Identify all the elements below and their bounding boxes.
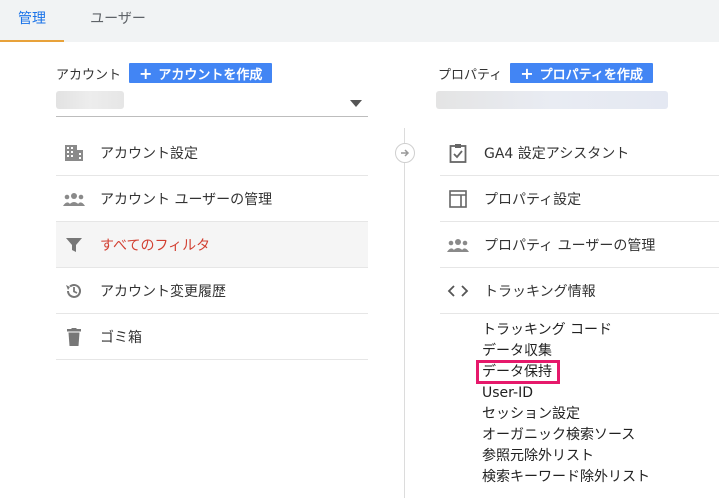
top-tab-bar: 管理 ユーザー	[0, 0, 719, 42]
property-selector[interactable]	[436, 86, 668, 116]
property-menu: GA4 設定アシスタント プロパティ設定 プロパティ ユーザーの管理 トラッキン…	[440, 130, 719, 314]
plus-icon: +	[139, 63, 153, 83]
menu-label: プロパティ ユーザーの管理	[484, 237, 656, 254]
chevron-down-icon	[350, 100, 362, 107]
clipboard-check-icon	[446, 141, 470, 165]
trash-icon	[62, 325, 86, 349]
property-heading: プロパティ	[438, 67, 503, 83]
menu-label: トラッキング情報	[484, 283, 596, 300]
property-name-redacted	[436, 91, 668, 109]
filter-icon	[62, 233, 86, 257]
layout-icon	[446, 187, 470, 211]
submenu-user-id[interactable]: User-ID	[482, 383, 650, 404]
menu-label: アカウント設定	[100, 145, 198, 162]
account-name-redacted	[56, 91, 124, 109]
submenu-session-settings[interactable]: セッション設定	[482, 404, 650, 425]
create-account-label: アカウントを作成	[158, 67, 263, 83]
menu-label: GA4 設定アシスタント	[484, 145, 630, 162]
property-column-header: プロパティ + プロパティを作成	[438, 63, 653, 83]
tab-admin[interactable]: 管理	[0, 0, 64, 42]
submenu-tracking-code[interactable]: トラッキング コード	[482, 320, 650, 341]
menu-label: アカウント ユーザーの管理	[100, 191, 273, 208]
account-heading: アカウント	[56, 67, 122, 83]
plus-icon: +	[520, 63, 534, 83]
highlight-box	[476, 360, 560, 384]
history-icon	[62, 279, 86, 303]
menu-account-change-history[interactable]: アカウント変更履歴	[56, 268, 368, 314]
submenu-referral-exclusion-list[interactable]: 参照元除外リスト	[482, 446, 650, 467]
menu-property-settings[interactable]: プロパティ設定	[440, 176, 719, 222]
menu-property-user-management[interactable]: プロパティ ユーザーの管理	[440, 222, 719, 268]
menu-trash[interactable]: ゴミ箱	[56, 314, 368, 360]
arrow-right-icon	[395, 143, 415, 163]
menu-ga4-setup-assistant[interactable]: GA4 設定アシスタント	[440, 130, 719, 176]
tracking-submenu: トラッキング コード データ収集 データ保持 User-ID セッション設定 オ…	[476, 320, 650, 488]
menu-all-filters[interactable]: すべてのフィルタ	[56, 222, 368, 268]
code-icon	[446, 279, 470, 303]
menu-tracking-info[interactable]: トラッキング情報	[440, 268, 719, 314]
building-icon	[62, 141, 86, 165]
account-menu: アカウント設定 アカウント ユーザーの管理 すべてのフィルタ アカウント変更履歴…	[56, 130, 368, 360]
menu-label: すべてのフィルタ	[100, 237, 211, 254]
create-property-button[interactable]: + プロパティを作成	[510, 63, 653, 83]
create-account-button[interactable]: + アカウントを作成	[129, 63, 273, 83]
people-icon	[446, 233, 470, 257]
account-selector[interactable]	[56, 86, 368, 117]
menu-label: プロパティ設定	[484, 191, 582, 208]
submenu-organic-search-sources[interactable]: オーガニック検索ソース	[482, 425, 650, 446]
account-column-header: アカウント + アカウントを作成	[56, 63, 273, 83]
column-divider	[404, 128, 405, 498]
tab-user[interactable]: ユーザー	[72, 0, 164, 40]
create-property-label: プロパティを作成	[539, 67, 643, 83]
menu-account-user-management[interactable]: アカウント ユーザーの管理	[56, 176, 368, 222]
submenu-data-retention[interactable]: データ保持	[476, 360, 560, 384]
menu-label: アカウント変更履歴	[100, 283, 226, 300]
people-icon	[62, 187, 86, 211]
submenu-search-term-exclusion-list[interactable]: 検索キーワード除外リスト	[482, 467, 650, 488]
menu-label: ゴミ箱	[100, 329, 142, 346]
menu-account-settings[interactable]: アカウント設定	[56, 130, 368, 176]
submenu-data-collection[interactable]: データ収集	[482, 341, 650, 362]
